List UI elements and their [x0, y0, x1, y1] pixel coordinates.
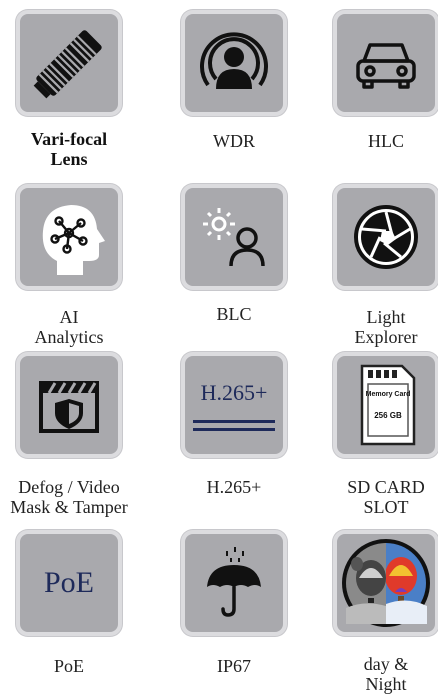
caption-sd-card: SD CARD SLOT: [316, 477, 438, 517]
tile-ip67: [181, 530, 287, 636]
aperture-icon: [354, 205, 418, 269]
caption-line-2: Lens: [50, 149, 88, 169]
caption-line-1: SD CARD: [347, 477, 425, 497]
shield-clapper-icon: [39, 381, 99, 433]
tile-ai-analytics: [16, 184, 122, 290]
caption-light-explorer: Light Explorer: [316, 307, 438, 347]
caption-hlc: HLC: [316, 131, 438, 151]
tile-blc: [181, 184, 287, 290]
caption-line-1: H.265+: [206, 477, 262, 497]
sun-person-icon: [203, 208, 265, 267]
caption-line-1: HLC: [368, 131, 404, 151]
sd-card-size: 256 GB: [374, 411, 402, 420]
car-icon: [356, 43, 416, 89]
tile-vari-focal-lens: [16, 10, 122, 116]
tile-defog: [16, 352, 122, 458]
caption-line-2: SLOT: [363, 497, 409, 517]
tile-wdr: [181, 10, 287, 116]
tile-day-night: [333, 530, 438, 636]
tile-sd-card: Memory Card 256 GB: [333, 352, 438, 458]
caption-line-2: Mask & Tamper: [10, 497, 128, 517]
caption-ip67: IP67: [164, 656, 304, 676]
umbrella-rain-icon: [207, 547, 261, 617]
caption-ai-analytics: AI Analytics: [0, 307, 139, 347]
caption-line-1: Vari-focal: [30, 129, 108, 149]
caption-defog: Defog / Video Mask & Tamper: [0, 477, 139, 517]
h265-icon: H.265+: [193, 380, 275, 431]
wdr-person-icon: [200, 32, 268, 89]
caption-line-1: Defog / Video: [18, 477, 120, 497]
zoom-lens-icon: [33, 30, 102, 99]
h265-tile-text: H.265+: [200, 379, 268, 405]
caption-wdr: WDR: [164, 131, 304, 151]
tile-hlc: [333, 10, 438, 116]
tile-poe: PoE: [16, 530, 122, 636]
caption-h265: H.265+: [164, 477, 304, 497]
caption-line-2: Analytics: [34, 327, 104, 347]
caption-line-2: Night: [365, 674, 407, 694]
sd-card-title: Memory Card: [366, 391, 411, 398]
caption-blc: BLC: [164, 304, 304, 324]
tile-h265: H.265+: [181, 352, 287, 458]
caption-line-1: IP67: [216, 656, 251, 676]
caption-line-1: PoE: [53, 656, 84, 676]
caption-poe: PoE: [0, 656, 139, 676]
tile-light-explorer: [333, 184, 438, 290]
h265-underline-2: [193, 427, 275, 431]
h265-underline-1: [193, 419, 275, 423]
caption-line-1: AI: [59, 307, 79, 327]
caption-line-1: WDR: [213, 131, 255, 151]
caption-day-night: day & Night: [316, 654, 438, 694]
caption-line-2: Explorer: [354, 327, 418, 347]
poe-icon: PoE: [43, 566, 94, 599]
sd-card-icon: Memory Card 256 GB: [360, 364, 416, 446]
day-night-balloon-icon: [342, 539, 430, 627]
caption-line-1: day &: [363, 654, 409, 674]
ai-head-icon: [42, 205, 105, 275]
caption-line-1: BLC: [216, 304, 252, 324]
caption-vari-focal: Vari-focal Lens: [0, 129, 139, 169]
caption-line-1: Light: [366, 307, 406, 327]
